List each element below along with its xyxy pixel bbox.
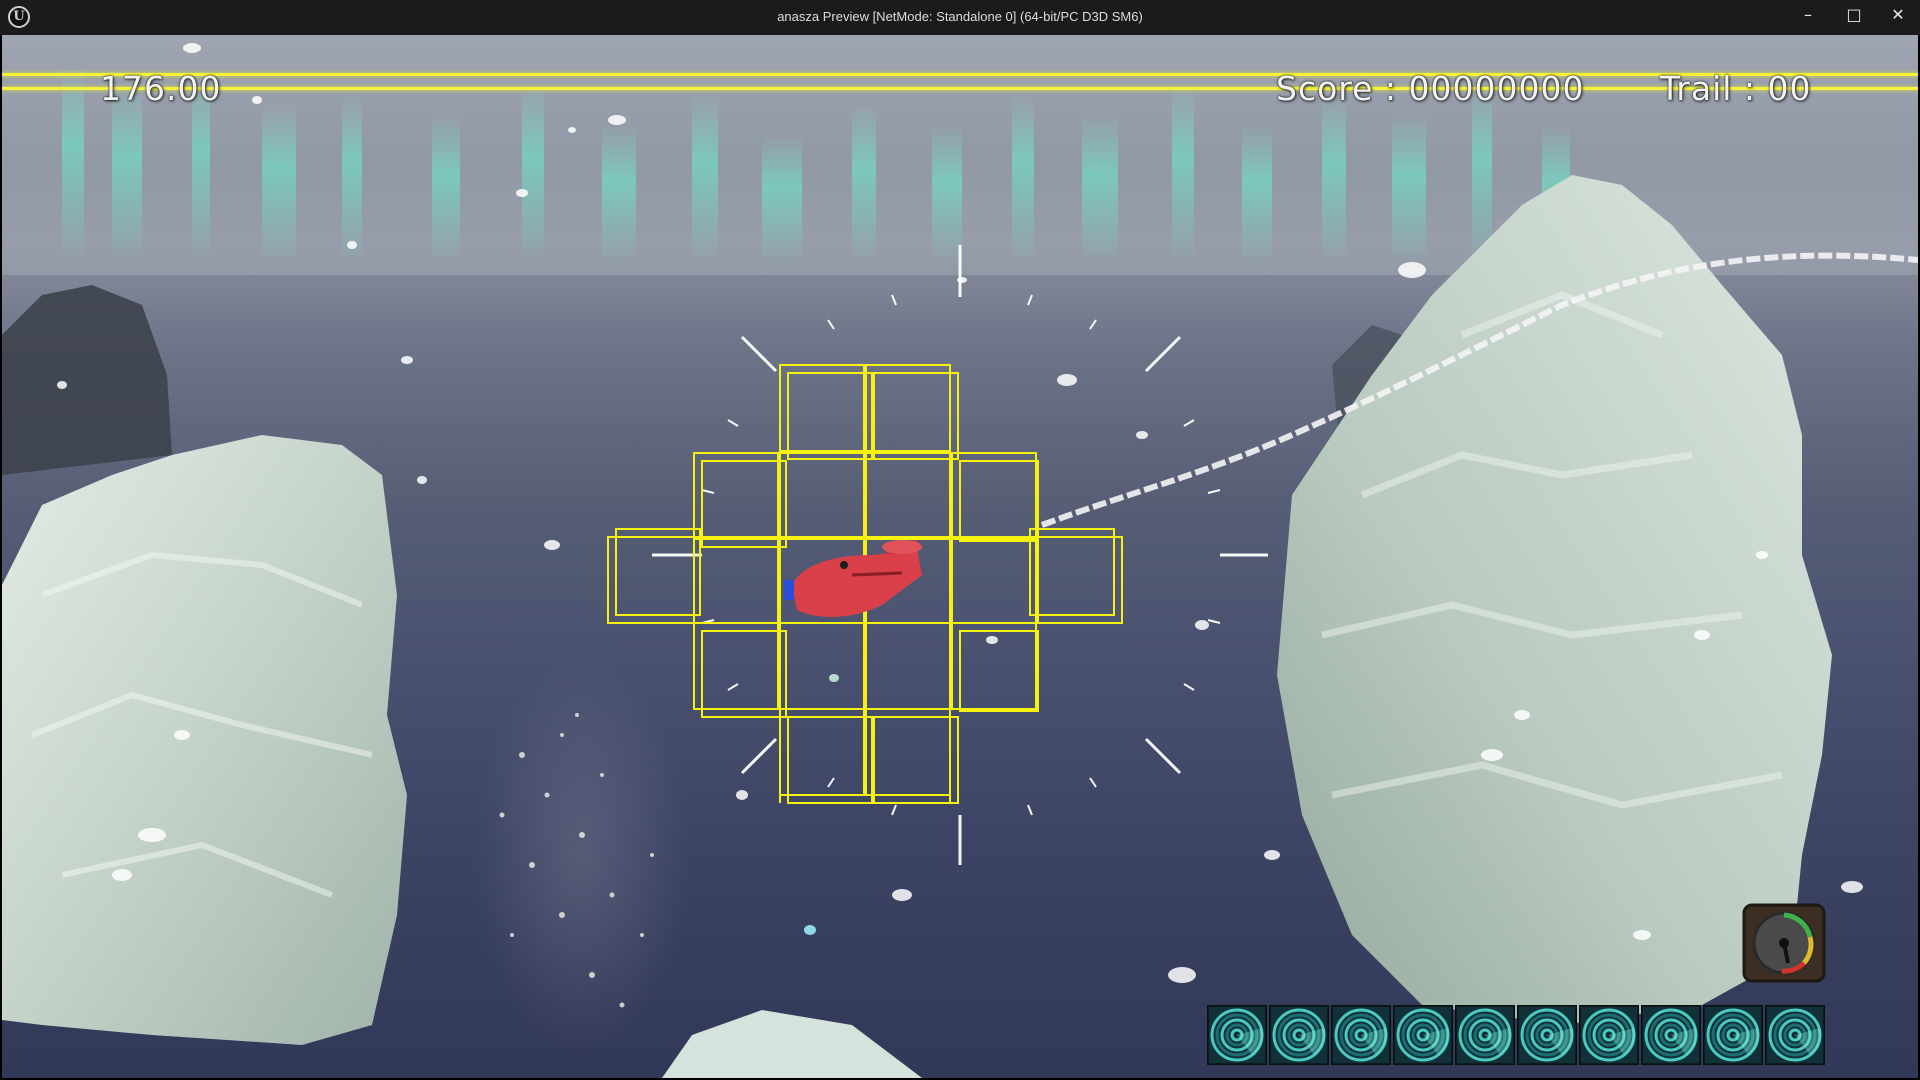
ability-slot[interactable] <box>1765 1005 1825 1065</box>
timer-readout: 176.00 <box>100 69 222 108</box>
ability-slot-bar <box>1207 1005 1825 1067</box>
radar-swirl-icon <box>1767 1007 1823 1063</box>
radar-swirl-icon <box>1457 1007 1513 1063</box>
player-plane <box>784 540 922 617</box>
ability-slot[interactable] <box>1207 1005 1267 1065</box>
game-viewport[interactable]: 176.00 Score : 00000000 Trail : 00 <box>2 35 1918 1078</box>
trail-readout: Trail : 00 <box>1660 69 1812 108</box>
ability-slot[interactable] <box>1517 1005 1577 1065</box>
score-readout: Score : 00000000 <box>1276 69 1585 108</box>
game-scene <box>2 35 1918 1078</box>
ability-slot[interactable] <box>1455 1005 1515 1065</box>
iceberg-left <box>2 435 407 1045</box>
radar-swirl-icon <box>1209 1007 1265 1063</box>
window-title: anasza Preview [NetMode: Standalone 0] (… <box>777 9 1143 24</box>
radar-swirl-icon <box>1705 1007 1761 1063</box>
radar-swirl-icon <box>1581 1007 1637 1063</box>
ability-slot[interactable] <box>1331 1005 1391 1065</box>
radar-swirl-icon <box>1395 1007 1451 1063</box>
radar-swirl-icon <box>1333 1007 1389 1063</box>
distant-rock-left <box>2 285 172 475</box>
hud-top-line <box>2 73 1918 76</box>
iceberg-right <box>1277 175 1832 1025</box>
ability-slot[interactable] <box>1393 1005 1453 1065</box>
radar-swirl-icon <box>1643 1007 1699 1063</box>
ability-slot[interactable] <box>1579 1005 1639 1065</box>
radar-swirl-icon <box>1519 1007 1575 1063</box>
close-button[interactable]: ✕ <box>1876 0 1920 30</box>
radar-swirl-icon <box>1271 1007 1327 1063</box>
minimize-button[interactable]: – <box>1786 0 1830 30</box>
bottom-ice <box>662 1010 922 1078</box>
ability-slot[interactable] <box>1703 1005 1763 1065</box>
window-titlebar: U anasza Preview [NetMode: Standalone 0]… <box>0 0 1920 35</box>
ability-slot[interactable] <box>1269 1005 1329 1065</box>
hud-top-line-2 <box>2 87 1918 90</box>
crosshair-reticle <box>652 245 1268 865</box>
ability-slot[interactable] <box>1641 1005 1701 1065</box>
speedometer-icon <box>1742 903 1826 983</box>
maximize-button[interactable]: □ <box>1832 0 1876 30</box>
